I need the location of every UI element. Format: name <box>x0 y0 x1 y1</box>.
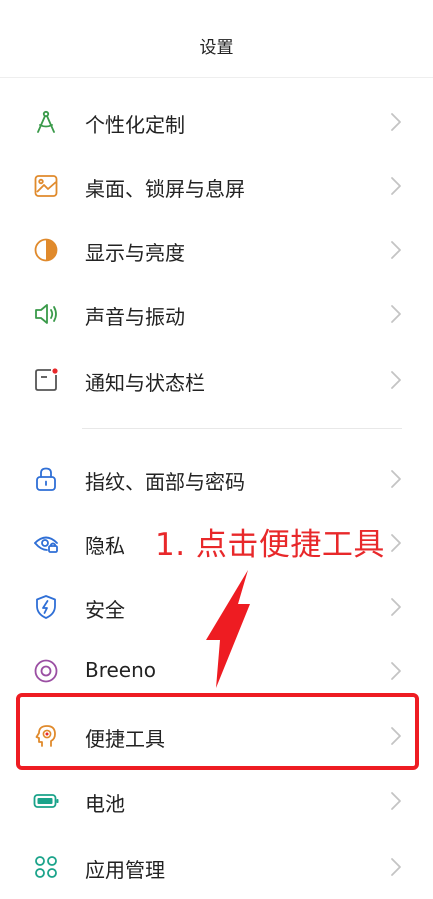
instruction-annotation: 1. 点击便捷工具 <box>155 527 385 563</box>
settings-item-battery[interactable]: 电池 <box>0 769 433 833</box>
chevron-right-icon <box>388 303 404 325</box>
settings-item-apps[interactable]: 应用管理 <box>0 835 433 899</box>
chevron-right-icon <box>388 660 404 682</box>
notification-icon <box>32 366 60 394</box>
page-title: 设置 <box>199 38 234 58</box>
chevron-right-icon <box>388 111 404 133</box>
settings-item-notifications[interactable]: 通知与状态栏 <box>0 348 433 412</box>
chevron-right-icon <box>388 175 404 197</box>
settings-item-label: 电池 <box>85 792 125 816</box>
chevron-right-icon <box>388 239 404 261</box>
settings-item-safety[interactable]: 安全 <box>0 575 433 639</box>
lock-icon <box>32 465 60 493</box>
chevron-right-icon <box>388 369 404 391</box>
chevron-right-icon <box>388 725 404 747</box>
compass-icon <box>32 108 60 136</box>
shield-icon <box>32 593 60 621</box>
settings-item-label: 应用管理 <box>85 858 165 882</box>
speaker-icon <box>32 300 60 328</box>
settings-item-personalization[interactable]: 个性化定制 <box>0 90 433 154</box>
settings-item-wallpaper[interactable]: 桌面、锁屏与息屏 <box>0 154 433 218</box>
settings-item-convenience-tools[interactable]: 便捷工具 <box>0 704 433 768</box>
battery-icon <box>32 787 60 815</box>
brightness-icon <box>32 236 60 264</box>
chevron-right-icon <box>388 856 404 878</box>
settings-item-label: 通知与状态栏 <box>85 371 205 395</box>
header-bar: 设置 <box>0 0 433 78</box>
settings-item-label: 声音与振动 <box>85 305 185 329</box>
settings-item-breeno[interactable]: Breeno <box>0 639 433 703</box>
settings-item-display[interactable]: 显示与亮度 <box>0 218 433 282</box>
wallpaper-icon <box>32 172 60 200</box>
apps-icon <box>32 853 60 881</box>
chevron-right-icon <box>388 596 404 618</box>
settings-item-label: 个性化定制 <box>85 113 185 137</box>
settings-item-security-lock[interactable]: 指纹、面部与密码 <box>0 447 433 511</box>
chevron-right-icon <box>388 790 404 812</box>
breeno-icon <box>32 657 60 685</box>
settings-item-label: 安全 <box>85 598 125 622</box>
settings-item-label: 显示与亮度 <box>85 241 185 265</box>
chevron-right-icon <box>388 468 404 490</box>
settings-item-label: Breeno <box>85 658 157 682</box>
settings-item-label: 隐私 <box>85 534 125 558</box>
settings-item-label: 便捷工具 <box>85 727 165 751</box>
section-divider <box>82 428 402 429</box>
convenience-tools-icon <box>32 722 60 750</box>
privacy-eye-icon <box>32 529 60 557</box>
settings-item-sound[interactable]: 声音与振动 <box>0 282 433 346</box>
chevron-right-icon <box>388 532 404 554</box>
settings-item-label: 桌面、锁屏与息屏 <box>85 177 245 201</box>
settings-item-label: 指纹、面部与密码 <box>85 470 245 494</box>
